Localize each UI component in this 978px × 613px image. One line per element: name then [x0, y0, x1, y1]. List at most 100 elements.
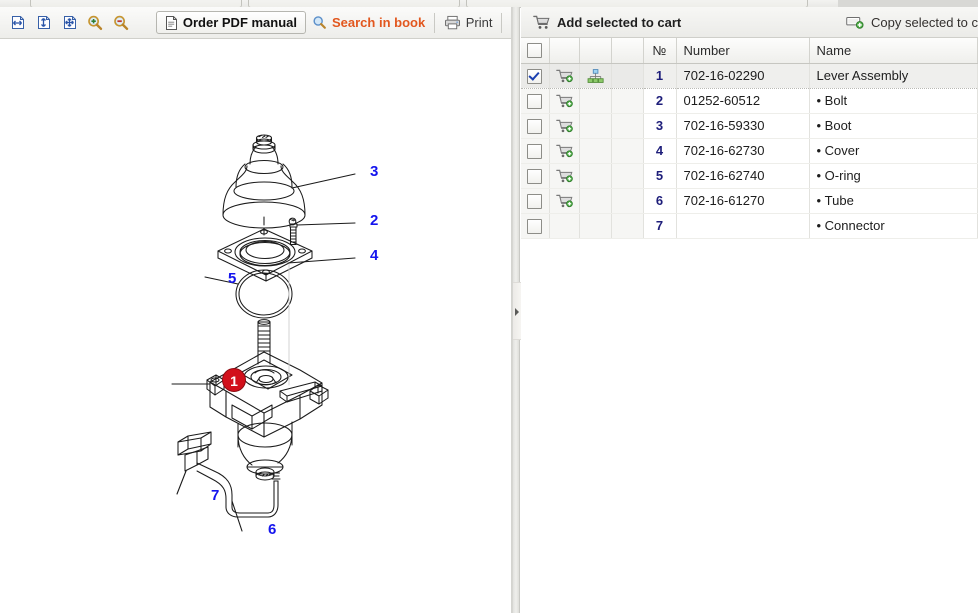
- row-subassembly-cell: [579, 213, 612, 239]
- row-part-name: • Bolt: [809, 88, 978, 114]
- add-to-cart-icon[interactable]: [555, 144, 573, 159]
- row-add-to-cart-cell[interactable]: [549, 88, 580, 114]
- add-to-cart-icon[interactable]: [555, 94, 573, 109]
- diagram-viewer-pane: Order PDF manual Search in book Print 3 …: [0, 7, 512, 613]
- row-extra-cell: [611, 113, 644, 139]
- row-extra-cell: [611, 188, 644, 214]
- row-part-name-label: Lever Assembly: [816, 68, 909, 83]
- fit-height-icon[interactable]: [32, 12, 54, 34]
- table-row[interactable]: 4 702-16-62730 • Cover: [521, 138, 978, 164]
- row-add-to-cart-cell[interactable]: [549, 138, 580, 164]
- add-to-cart-icon[interactable]: [555, 169, 573, 184]
- diagram-label-5: 5: [228, 270, 236, 287]
- splitter-collapse-handle[interactable]: [513, 282, 521, 340]
- row-subassembly-cell: [579, 88, 612, 114]
- copy-selected-label: Copy selected to c: [871, 14, 978, 30]
- fit-width-icon[interactable]: [6, 12, 28, 34]
- copy-to-clipboard-icon: [846, 16, 864, 29]
- row-no: 1: [643, 63, 677, 89]
- row-no: 2: [643, 88, 677, 114]
- row-part-number: 702-16-62730: [676, 138, 810, 164]
- row-select-cell[interactable]: [521, 138, 550, 164]
- search-icon: [313, 16, 326, 29]
- row-select-cell[interactable]: [521, 163, 550, 189]
- add-to-cart-icon[interactable]: [555, 194, 573, 209]
- row-select-cell[interactable]: [521, 63, 550, 89]
- subassembly-tree-icon[interactable]: [587, 69, 604, 84]
- fit-page-icon[interactable]: [58, 12, 80, 34]
- add-to-cart-icon[interactable]: [555, 69, 573, 84]
- row-checkbox[interactable]: [527, 168, 543, 184]
- print-link[interactable]: Print: [444, 15, 492, 30]
- row-subassembly-cell: [579, 113, 612, 139]
- header-no[interactable]: №: [643, 38, 677, 64]
- bullet-icon: •: [816, 193, 825, 208]
- pdf-file-icon: [165, 15, 177, 30]
- diagram-label-2: 2: [370, 212, 378, 229]
- row-no: 6: [643, 188, 677, 214]
- parts-table: № Number Name 1 702-16-02290 Lever Assembl…: [521, 38, 978, 239]
- table-row[interactable]: 6 702-16-61270 • Tube: [521, 188, 978, 214]
- row-part-name: • Boot: [809, 113, 978, 139]
- row-select-cell[interactable]: [521, 213, 550, 239]
- pane-splitter[interactable]: [512, 7, 521, 613]
- row-checkbox[interactable]: [527, 143, 543, 159]
- row-part-name: • O-ring: [809, 163, 978, 189]
- parts-action-bar: Add selected to cart Copy selected to c: [521, 7, 978, 38]
- row-extra-cell: [611, 88, 644, 114]
- row-checkbox[interactable]: [527, 193, 543, 209]
- viewer-toolbar: Order PDF manual Search in book Print: [0, 7, 511, 39]
- header-number[interactable]: Number: [676, 38, 810, 64]
- table-row[interactable]: 7 • Connector: [521, 213, 978, 239]
- row-checkbox[interactable]: [527, 93, 543, 109]
- add-to-cart-icon[interactable]: [555, 119, 573, 134]
- row-extra-cell: [611, 138, 644, 164]
- bullet-icon: •: [816, 118, 825, 133]
- row-part-name-label: Bolt: [824, 93, 848, 108]
- row-add-to-cart-cell[interactable]: [549, 113, 580, 139]
- search-in-book-link[interactable]: Search in book: [312, 15, 425, 30]
- row-part-name: • Connector: [809, 213, 978, 239]
- zoom-in-icon[interactable]: [84, 12, 106, 34]
- copy-selected-button[interactable]: Copy selected to c: [834, 15, 978, 30]
- select-all-checkbox[interactable]: [527, 43, 543, 59]
- row-subassembly-cell: [579, 188, 612, 214]
- diagram-callout-marker-1[interactable]: 1: [222, 368, 246, 392]
- table-row[interactable]: 5 702-16-62740 • O-ring: [521, 163, 978, 189]
- header-name[interactable]: Name: [809, 38, 978, 64]
- diagram-canvas[interactable]: 3 2 4 5 7 6 1: [0, 39, 511, 613]
- row-part-name-label: Cover: [824, 143, 860, 158]
- bullet-icon: •: [816, 143, 825, 158]
- row-select-cell[interactable]: [521, 188, 550, 214]
- application-window: Order PDF manual Search in book Print 3 …: [0, 0, 978, 613]
- zoom-out-icon[interactable]: [110, 12, 132, 34]
- row-add-to-cart-cell[interactable]: [549, 188, 580, 214]
- table-row[interactable]: 1 702-16-02290 Lever Assembly: [521, 63, 978, 89]
- row-checkbox[interactable]: [527, 68, 543, 84]
- row-subassembly-cell[interactable]: [579, 63, 612, 89]
- row-checkbox[interactable]: [527, 218, 543, 234]
- row-extra-cell: [611, 213, 644, 239]
- row-select-cell[interactable]: [521, 88, 550, 114]
- row-no: 4: [643, 138, 677, 164]
- parts-table-header-row: № Number Name: [521, 38, 978, 64]
- header-tree-column: [579, 38, 612, 64]
- row-no: 3: [643, 113, 677, 139]
- order-pdf-manual-button[interactable]: Order PDF manual: [155, 11, 307, 34]
- row-subassembly-cell: [579, 163, 612, 189]
- diagram-callout-label: 1: [230, 373, 238, 389]
- table-row[interactable]: 2 01252-60512 • Bolt: [521, 88, 978, 114]
- row-select-cell[interactable]: [521, 113, 550, 139]
- row-checkbox[interactable]: [527, 118, 543, 134]
- row-part-name: Lever Assembly: [809, 63, 978, 89]
- header-select-all[interactable]: [521, 38, 550, 64]
- row-subassembly-cell: [579, 138, 612, 164]
- row-add-to-cart-cell[interactable]: [549, 63, 580, 89]
- row-add-to-cart-cell[interactable]: [549, 163, 580, 189]
- row-part-number: 01252-60512: [676, 88, 810, 114]
- add-selected-to-cart-button[interactable]: Add selected to cart: [521, 15, 681, 30]
- diagram-label-3: 3: [370, 163, 378, 180]
- diagram-label-7: 7: [211, 487, 219, 504]
- table-row[interactable]: 3 702-16-59330 • Boot: [521, 113, 978, 139]
- toolbar-divider-2: [501, 12, 503, 33]
